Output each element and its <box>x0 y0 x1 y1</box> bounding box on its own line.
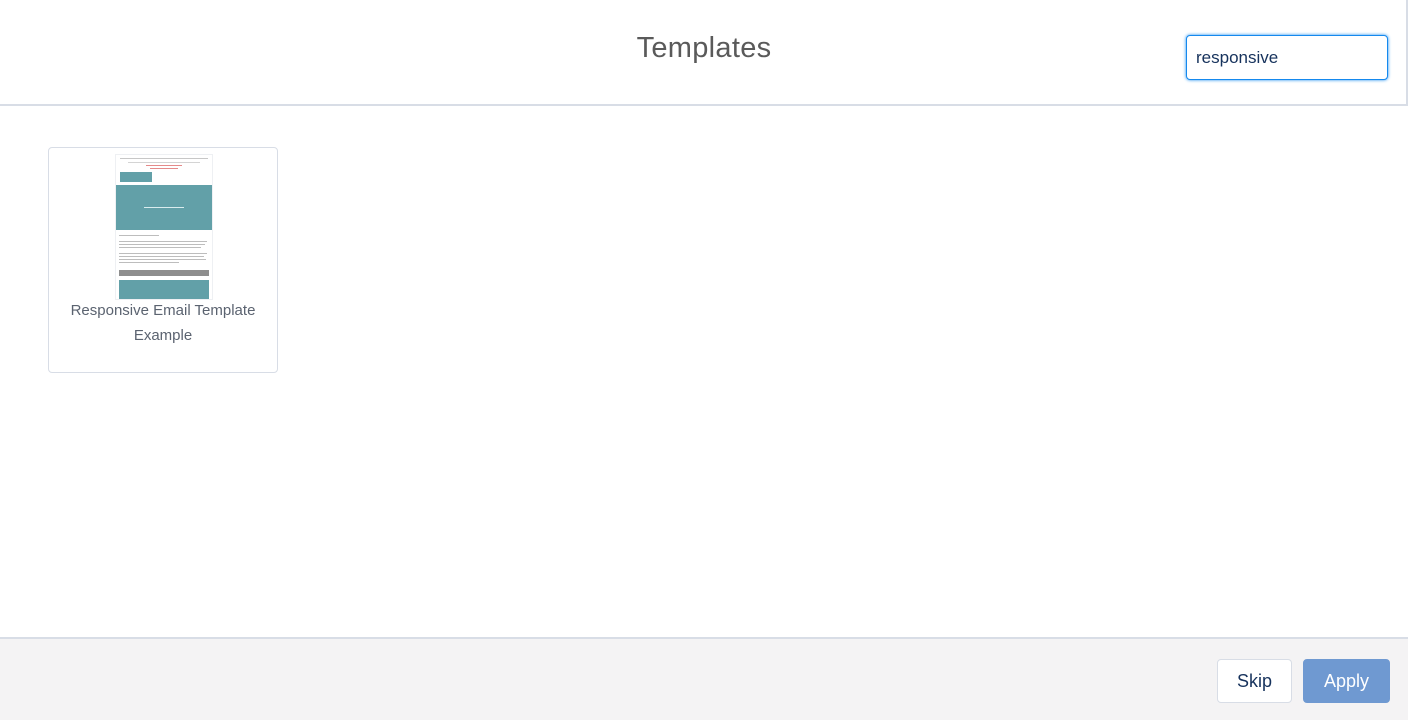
search-input[interactable] <box>1186 35 1388 80</box>
templates-modal: Templates Responsiv <box>0 0 1408 720</box>
modal-header: Templates <box>0 0 1408 106</box>
modal-footer: Skip Apply <box>0 637 1408 720</box>
template-name: Responsive Email Template Example <box>70 302 256 344</box>
skip-button[interactable]: Skip <box>1217 659 1292 703</box>
template-thumbnail <box>115 154 213 300</box>
template-gallery: Responsive Email Template Example <box>0 106 1408 637</box>
apply-button[interactable]: Apply <box>1303 659 1390 703</box>
template-card[interactable]: Responsive Email Template Example <box>48 147 278 373</box>
